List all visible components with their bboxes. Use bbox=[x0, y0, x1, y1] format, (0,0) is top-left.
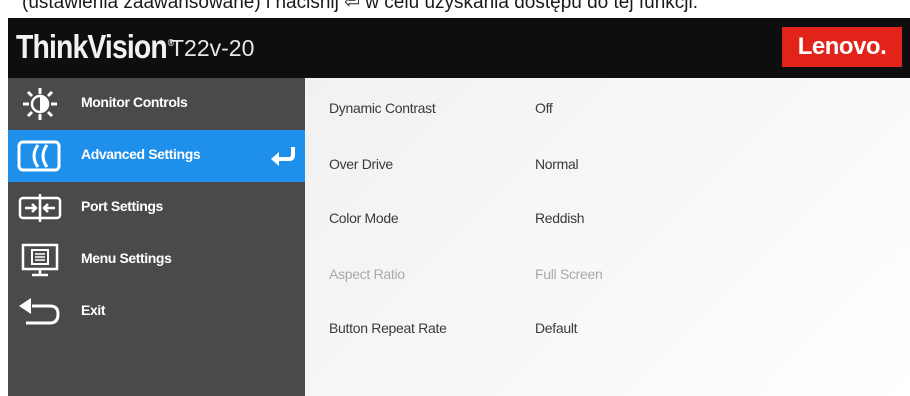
sidebar-item-exit[interactable]: Exit bbox=[8, 286, 305, 338]
brand-logo: ThinkVision® bbox=[16, 28, 174, 66]
exit-arrow-icon bbox=[16, 295, 64, 329]
osd-menu: ThinkVision® T22v-20 Lenovo. Monitor Con… bbox=[8, 18, 910, 396]
advanced-settings-icon bbox=[16, 139, 64, 173]
page-caption: (ustawienia zaawansowane) i naciśnij ⏎ w… bbox=[0, 0, 910, 18]
menu-settings-icon bbox=[16, 243, 64, 277]
model-name: T22v-20 bbox=[170, 35, 255, 61]
setting-row-dynamic-contrast[interactable]: Dynamic Contrast Off bbox=[305, 88, 910, 128]
setting-row-over-drive[interactable]: Over Drive Normal bbox=[305, 144, 910, 184]
sidebar-item-label: Port Settings bbox=[81, 198, 163, 214]
setting-name: Color Mode bbox=[329, 210, 399, 226]
sidebar-item-advanced-settings[interactable]: Advanced Settings bbox=[8, 130, 305, 182]
setting-value: Normal bbox=[535, 156, 579, 172]
sidebar-item-menu-settings[interactable]: Menu Settings bbox=[8, 234, 305, 286]
setting-row-color-mode[interactable]: Color Mode Reddish bbox=[305, 198, 910, 238]
setting-name: Button Repeat Rate bbox=[329, 320, 447, 336]
setting-row-button-repeat-rate[interactable]: Button Repeat Rate Default bbox=[305, 308, 910, 348]
lenovo-logo-text: Lenovo. bbox=[797, 33, 887, 60]
lenovo-logo: Lenovo. bbox=[782, 27, 902, 67]
setting-value: Reddish bbox=[535, 210, 585, 226]
setting-value: Full Screen bbox=[535, 266, 603, 282]
sidebar-item-label: Exit bbox=[81, 302, 106, 318]
setting-name: Over Drive bbox=[329, 156, 393, 172]
brand-name: ThinkVision bbox=[16, 28, 168, 65]
sidebar-item-port-settings[interactable]: Port Settings bbox=[8, 182, 305, 234]
setting-row-aspect-ratio: Aspect Ratio Full Screen bbox=[305, 254, 910, 294]
setting-value: Default bbox=[535, 320, 578, 336]
port-settings-icon bbox=[16, 191, 64, 225]
setting-name: Aspect Ratio bbox=[329, 266, 405, 282]
sidebar-item-label: Monitor Controls bbox=[81, 94, 188, 110]
setting-name: Dynamic Contrast bbox=[329, 100, 436, 116]
setting-value: Off bbox=[535, 100, 553, 116]
settings-panel: Dynamic Contrast Off Over Drive Normal C… bbox=[305, 78, 910, 396]
brightness-icon bbox=[16, 87, 64, 121]
sidebar-item-monitor-controls[interactable]: Monitor Controls bbox=[8, 78, 305, 130]
enter-icon bbox=[269, 145, 297, 167]
osd-header: ThinkVision® T22v-20 Lenovo. bbox=[8, 18, 910, 78]
sidebar-item-label: Advanced Settings bbox=[81, 146, 201, 162]
caption-text: (ustawienia zaawansowane) i naciśnij ⏎ w… bbox=[22, 0, 698, 13]
sidebar: Monitor Controls Advanced Settings Port … bbox=[8, 78, 305, 396]
sidebar-item-label: Menu Settings bbox=[81, 250, 172, 266]
